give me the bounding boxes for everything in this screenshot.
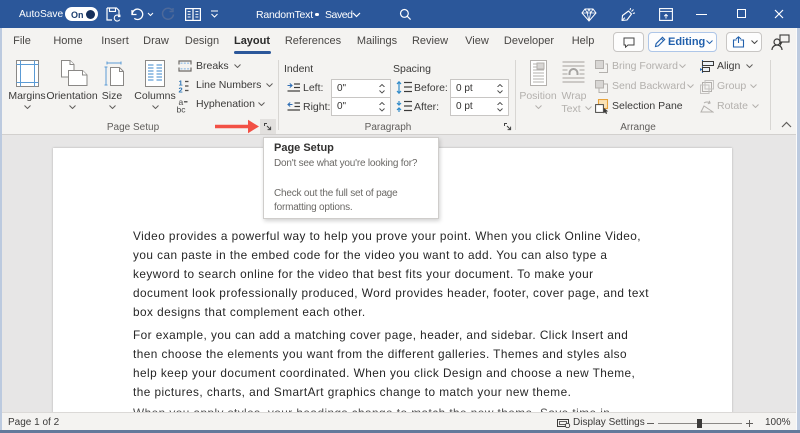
svg-text:2: 2 — [179, 86, 183, 94]
svg-text:bc: bc — [177, 105, 187, 114]
